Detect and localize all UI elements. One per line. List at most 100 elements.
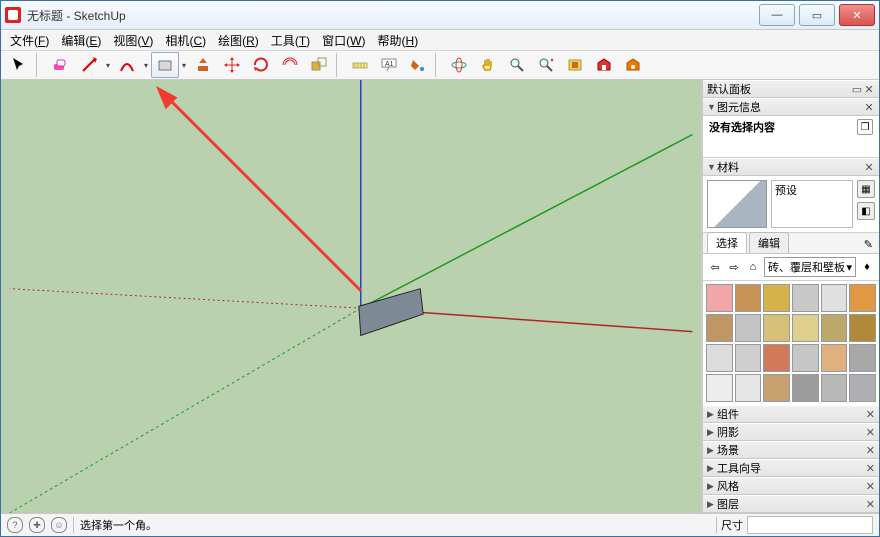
shapes-dropdown[interactable]: ▾ (180, 61, 188, 70)
paint-tool[interactable] (404, 52, 432, 78)
pan-tool[interactable] (474, 52, 502, 78)
chevron-down-icon: ▾ (846, 261, 852, 274)
zoom-tool[interactable] (503, 52, 531, 78)
panel-min-icon[interactable]: ▭ (851, 83, 863, 96)
rotate-tool[interactable] (247, 52, 275, 78)
statusbar: ? ✚ ☺ 选择第一个角。 尺寸 (1, 513, 879, 536)
material-swatch[interactable] (763, 284, 790, 312)
sample-material-button[interactable]: ◧ (857, 202, 875, 220)
material-swatch[interactable] (821, 374, 848, 402)
components-panel[interactable]: ▶组件✕ (703, 405, 879, 423)
material-swatch[interactable] (706, 314, 733, 342)
materials-tab-select[interactable]: 选择 (707, 232, 747, 253)
material-swatch[interactable] (821, 344, 848, 372)
help-icon[interactable]: ? (7, 517, 23, 533)
materials-title: 材料 (717, 159, 863, 175)
scale-tool[interactable] (305, 52, 333, 78)
arc-tool[interactable] (113, 52, 141, 78)
line-tool[interactable] (75, 52, 103, 78)
collapse-icon: ▼ (707, 162, 717, 172)
menu-edit[interactable]: 编辑(E) (56, 30, 106, 51)
scenes-panel[interactable]: ▶场景✕ (703, 441, 879, 459)
move-tool[interactable] (218, 52, 246, 78)
shadows-panel[interactable]: ▶阴影✕ (703, 423, 879, 441)
material-swatch[interactable] (763, 374, 790, 402)
menu-file[interactable]: 文件(F) (5, 30, 54, 51)
previous-view-tool[interactable] (561, 52, 589, 78)
create-material-button[interactable]: ▦ (857, 180, 875, 198)
material-swatch[interactable] (849, 344, 876, 372)
material-swatch[interactable] (763, 314, 790, 342)
viewport[interactable] (1, 80, 702, 513)
material-swatch[interactable] (735, 374, 762, 402)
minimize-button[interactable]: — (759, 4, 795, 26)
arc-dropdown[interactable]: ▾ (142, 61, 150, 70)
material-swatch-grid (703, 281, 879, 405)
instructor-panel[interactable]: ▶工具向导✕ (703, 459, 879, 477)
material-swatch[interactable] (792, 374, 819, 402)
pushpull-tool[interactable] (189, 52, 217, 78)
offset-tool[interactable] (276, 52, 304, 78)
maximize-button[interactable]: ▭ (799, 4, 835, 26)
material-swatch[interactable] (706, 284, 733, 312)
layers-panel[interactable]: ▶图层✕ (703, 495, 879, 513)
eraser-tool[interactable] (46, 52, 74, 78)
close-button[interactable]: ✕ (839, 4, 875, 26)
material-swatch[interactable] (849, 314, 876, 342)
dimension-input[interactable] (747, 516, 873, 534)
collection-menu-icon[interactable]: ♦ (859, 259, 875, 275)
zoom-extents-tool[interactable] (532, 52, 560, 78)
material-collection-select[interactable]: 砖、覆层和壁板 ▾ (764, 257, 856, 277)
tape-tool[interactable] (346, 52, 374, 78)
window-title: 无标题 - SketchUp (27, 7, 755, 24)
entity-info-header[interactable]: ▼ 图元信息 ✕ (703, 98, 879, 116)
ext-warehouse-tool[interactable] (619, 52, 647, 78)
material-preview (707, 180, 767, 228)
geo-icon[interactable]: ✚ (29, 517, 45, 533)
entity-info-close-icon[interactable]: ✕ (863, 101, 875, 114)
materials-header[interactable]: ▼ 材料 ✕ (703, 158, 879, 176)
panel-close-icon[interactable]: ✕ (863, 83, 875, 96)
shapes-tool[interactable] (151, 52, 179, 78)
menu-camera[interactable]: 相机(C) (160, 30, 211, 51)
nav-fwd-icon[interactable]: ⇨ (726, 259, 742, 275)
material-swatch[interactable] (821, 314, 848, 342)
menu-help[interactable]: 帮助(H) (373, 30, 424, 51)
nav-home-icon[interactable]: ⌂ (745, 259, 761, 275)
material-swatch[interactable] (735, 314, 762, 342)
materials-tab-edit[interactable]: 编辑 (749, 232, 789, 253)
material-swatch[interactable] (849, 374, 876, 402)
material-swatch[interactable] (735, 284, 762, 312)
side-panel: 默认面板 ▭ ✕ ▼ 图元信息 ✕ 没有选择内容 ❐ ▼ 材料 ✕ (702, 80, 879, 513)
material-swatch[interactable] (735, 344, 762, 372)
nav-back-icon[interactable]: ⇦ (707, 259, 723, 275)
default-panel-title: 默认面板 (707, 81, 851, 97)
line-dropdown[interactable]: ▾ (104, 61, 112, 70)
edit-pencil-icon[interactable]: ✎ (862, 236, 875, 253)
styles-panel[interactable]: ▶风格✕ (703, 477, 879, 495)
app-icon (5, 7, 21, 23)
material-swatch[interactable] (792, 314, 819, 342)
material-swatch[interactable] (763, 344, 790, 372)
user-icon[interactable]: ☺ (51, 517, 67, 533)
text-tool[interactable]: A1 (375, 52, 403, 78)
material-swatch[interactable] (706, 374, 733, 402)
materials-close-icon[interactable]: ✕ (863, 161, 875, 174)
select-tool[interactable] (5, 52, 33, 78)
default-panel-header[interactable]: 默认面板 ▭ ✕ (703, 80, 879, 98)
titlebar: 无标题 - SketchUp — ▭ ✕ (1, 1, 879, 30)
orbit-tool[interactable] (445, 52, 473, 78)
material-swatch[interactable] (706, 344, 733, 372)
entity-info-detail-icon[interactable]: ❐ (857, 119, 873, 135)
material-swatch[interactable] (792, 284, 819, 312)
material-swatch[interactable] (792, 344, 819, 372)
warehouse-tool[interactable] (590, 52, 618, 78)
menu-draw[interactable]: 绘图(R) (213, 30, 264, 51)
material-name-field[interactable]: 预设 (771, 180, 853, 228)
menu-view[interactable]: 视图(V) (108, 30, 158, 51)
material-swatch[interactable] (849, 284, 876, 312)
material-swatch[interactable] (821, 284, 848, 312)
material-collection-value: 砖、覆层和壁板 (768, 259, 845, 275)
menu-tools[interactable]: 工具(T) (266, 30, 315, 51)
menu-window[interactable]: 窗口(W) (317, 30, 370, 51)
